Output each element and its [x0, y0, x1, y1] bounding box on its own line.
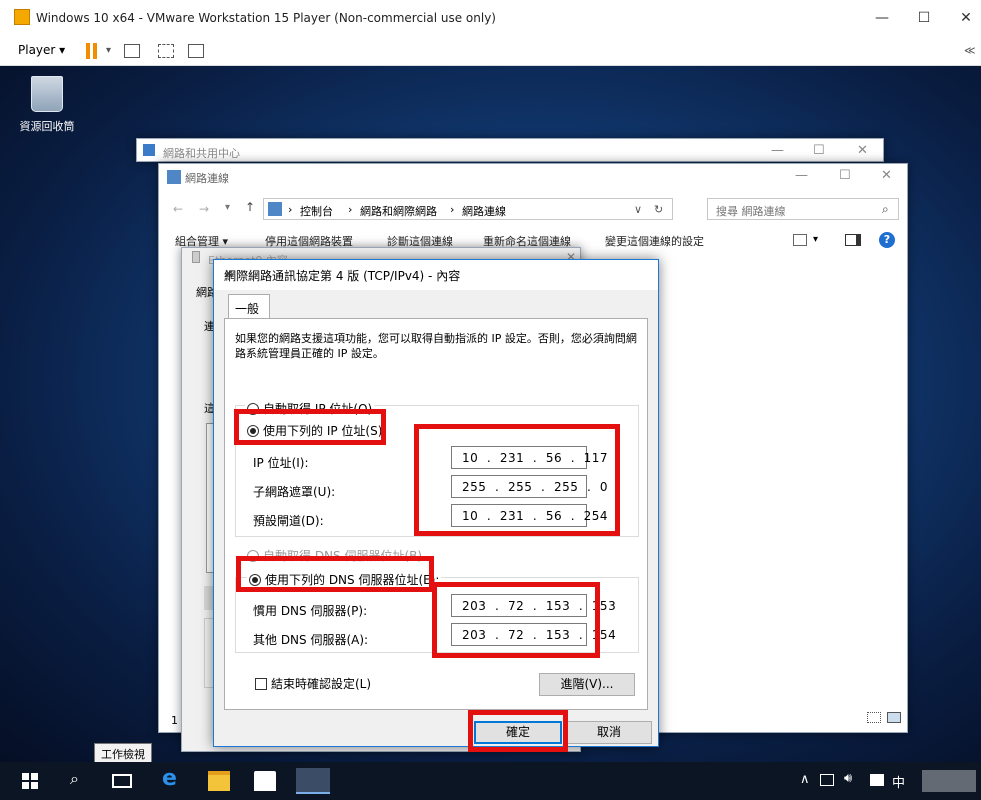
highlight-manual-dns [236, 556, 434, 592]
breadcrumb-sep-icon: › [288, 203, 293, 216]
cancel-button[interactable]: 取消 [566, 721, 652, 744]
chevron-down-icon[interactable]: ▾ [106, 45, 111, 56]
pause-icon[interactable] [86, 43, 98, 59]
volume-icon[interactable]: 🔊︎ [844, 771, 852, 786]
up-icon[interactable]: ↑ [245, 200, 255, 214]
tray-chevron-icon[interactable]: ∧ [800, 772, 810, 787]
details-view-icon[interactable] [867, 712, 881, 723]
chevron-down-icon[interactable]: ▾ [813, 234, 818, 245]
vmware-logo-icon [14, 9, 30, 25]
ip-address-label: IP 位址(I): [253, 456, 309, 470]
network-tray-icon[interactable] [820, 774, 834, 786]
change-settings-button[interactable]: 變更這個連線的設定 [605, 233, 704, 249]
network-connections-icon [167, 170, 181, 184]
dialog-description: 如果您的網路支援這項功能，您可以取得自動指派的 IP 設定。否則，您必須詢問網路… [235, 332, 637, 360]
control-panel-icon [268, 202, 282, 216]
breadcrumb-item[interactable]: 網路連線 [462, 203, 506, 219]
start-icon[interactable] [22, 773, 38, 789]
search-icon[interactable]: ⌕ [882, 202, 889, 217]
minimize-button[interactable]: — [862, 6, 902, 30]
clock-redacted[interactable] [922, 770, 976, 792]
close-icon[interactable]: ✕ [224, 267, 648, 281]
breadcrumb-sep-icon: › [348, 203, 353, 216]
subnet-mask-label: 子網路遮罩(U): [253, 485, 336, 499]
task-view-tooltip: 工作檢視 [94, 743, 152, 763]
search-icon[interactable]: ⌕ [70, 769, 92, 789]
maximize-button[interactable]: ☐ [904, 6, 944, 30]
network-center-icon [143, 144, 155, 156]
network-center-title: 網路和共用中心 [163, 147, 240, 160]
help-icon[interactable]: ? [879, 232, 895, 248]
fit-guest-icon[interactable] [158, 44, 174, 58]
highlight-manual-ip [234, 409, 386, 445]
highlight-ip-fields [414, 424, 620, 536]
vmware-toolbar: Player ▾ ▾ ≪ [0, 36, 981, 66]
preview-pane-icon[interactable] [845, 234, 861, 246]
breadcrumb-item[interactable]: 控制台 [300, 203, 333, 219]
network-connections-title: 網路連線 [185, 172, 229, 185]
highlight-dns-fields [432, 582, 600, 658]
highlight-ok-button [468, 710, 568, 752]
store-icon[interactable] [254, 771, 276, 791]
maximize-button[interactable]: ☐ [839, 168, 851, 183]
unity-icon[interactable] [188, 44, 204, 58]
item-count: 1 [171, 714, 178, 727]
address-bar[interactable]: › 控制台 › 網路和網際網路 › 網路連線 ∨ ↻ [263, 198, 673, 220]
collapse-icon[interactable]: ≪ [964, 44, 976, 57]
address-dropdown-icon[interactable]: ∨ [634, 203, 642, 216]
tiles-view-icon[interactable] [887, 712, 901, 723]
advanced-button[interactable]: 進階(V)... [539, 673, 635, 696]
taskbar: ⌕ e ∧ 🔊︎ 中 [0, 762, 981, 800]
active-window-icon[interactable] [296, 768, 330, 794]
recycle-bin-label: 資源回收筒 [19, 120, 75, 133]
close-button[interactable]: ✕ [857, 143, 868, 158]
send-ctrl-alt-del-icon[interactable] [124, 44, 140, 58]
tab-general[interactable]: 一般 [228, 294, 270, 319]
breadcrumb-sep-icon: › [450, 203, 455, 216]
network-sharing-center-window[interactable]: 網路和共用中心 — ☐ ✕ [136, 138, 884, 162]
search-input[interactable]: 搜尋 網路連線 ⌕ [707, 198, 899, 220]
close-button[interactable]: ✕ [946, 6, 981, 30]
edge-icon[interactable]: e [162, 766, 184, 791]
forward-icon[interactable]: → [199, 202, 209, 216]
search-placeholder: 搜尋 網路連線 [716, 205, 786, 218]
notification-icon[interactable] [870, 774, 884, 786]
alternate-dns-label: 其他 DNS 伺服器(A): [253, 633, 369, 647]
dialog-title-bar: 網際網路通訊協定第 4 版 (TCP/IPv4) - 內容 ✕ [214, 260, 658, 290]
file-explorer-icon[interactable] [208, 771, 230, 791]
preferred-dns-label: 慣用 DNS 伺服器(P): [253, 604, 368, 618]
recent-chevron-icon[interactable]: ▾ [225, 202, 230, 213]
ime-indicator[interactable]: 中 [892, 772, 905, 791]
ethernet-icon [192, 251, 200, 263]
minimize-button[interactable]: — [795, 168, 808, 183]
back-icon[interactable]: ← [173, 202, 183, 216]
validate-on-exit-checkbox[interactable]: 結束時確認設定(L) [255, 675, 371, 692]
refresh-icon[interactable]: ↻ [654, 203, 663, 216]
vmware-title-bar: Windows 10 x64 - VMware Workstation 15 P… [0, 0, 981, 36]
player-menu[interactable]: Player ▾ [18, 43, 65, 57]
task-view-icon[interactable] [112, 774, 132, 788]
view-options-icon[interactable] [793, 234, 807, 246]
maximize-button[interactable]: ☐ [813, 143, 825, 158]
minimize-button[interactable]: — [771, 143, 784, 158]
recycle-bin-icon [31, 76, 63, 112]
close-button[interactable]: ✕ [881, 168, 892, 183]
recycle-bin[interactable]: 資源回收筒 [14, 74, 80, 134]
breadcrumb-item[interactable]: 網路和網際網路 [360, 203, 437, 219]
gateway-label: 預設閘道(D): [253, 514, 324, 528]
vmware-window-title: Windows 10 x64 - VMware Workstation 15 P… [36, 11, 496, 25]
